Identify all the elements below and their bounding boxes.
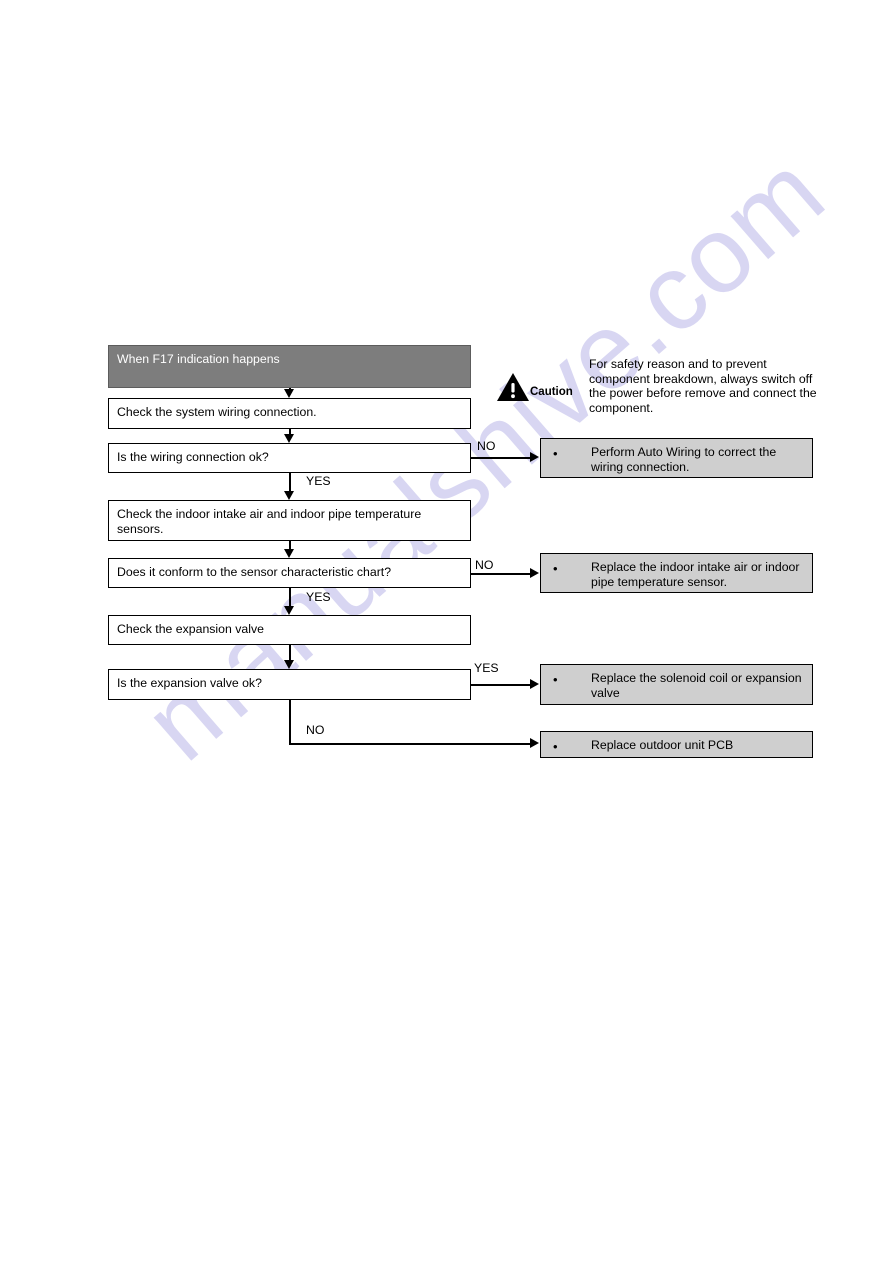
connector-decision2-no-horizontal: [470, 573, 532, 575]
arrowhead-decision1-no: [530, 452, 539, 462]
arrowhead-decision2-no: [530, 568, 539, 578]
flow-node-decision1-label: Is the wiring connection ok?: [117, 450, 269, 464]
flow-node-decision2: Does it conform to the sensor characteri…: [108, 558, 471, 588]
arrowhead-decision2-to-step3: [284, 606, 294, 615]
bullet-icon: •: [553, 672, 558, 687]
bullet-icon: •: [553, 739, 558, 754]
connector-decision1-no-horizontal: [470, 457, 532, 459]
page-canvas: manualshive.com Caution For safety reaso…: [0, 0, 893, 1263]
flow-action-perform-auto-wiring: • Perform Auto Wiring to correct the wir…: [540, 438, 813, 478]
edge-label-no-1: NO: [477, 439, 496, 453]
connector-decision2-to-step3: [289, 588, 291, 607]
flow-node-decision3: Is the expansion valve ok?: [108, 669, 471, 700]
flow-node-decision3-label: Is the expansion valve ok?: [117, 676, 262, 690]
arrowhead-step3-to-decision3: [284, 660, 294, 669]
edge-label-yes-2: YES: [306, 590, 331, 604]
connector-decision3-yes-horizontal: [470, 684, 532, 686]
arrowhead-decision1-to-step2: [284, 491, 294, 500]
flow-action-replace-solenoid-coil: • Replace the solenoid coil or expansion…: [540, 664, 813, 705]
flow-node-start-label: When F17 indication happens: [117, 352, 280, 366]
arrowhead-step2-to-decision2: [284, 549, 294, 558]
bullet-icon: •: [553, 561, 558, 576]
flow-node-step2: Check the indoor intake air and indoor p…: [108, 500, 471, 541]
flow-action-replace-solenoid-coil-label: Replace the solenoid coil or expansion v…: [591, 671, 802, 700]
arrowhead-decision3-no: [530, 738, 539, 748]
connector-step3-to-decision3: [289, 645, 291, 661]
connector-decision3-no-vertical: [289, 700, 291, 745]
flow-node-step3-label: Check the expansion valve: [117, 622, 264, 636]
flow-node-step1: Check the system wiring connection.: [108, 398, 471, 429]
arrowhead-start-to-step1: [284, 389, 294, 398]
flow-node-start: When F17 indication happens: [108, 345, 471, 388]
flow-action-replace-outdoor-pcb: • Replace outdoor unit PCB: [540, 731, 813, 758]
connector-decision1-to-step2: [289, 473, 291, 492]
edge-label-yes-1: YES: [306, 474, 331, 488]
edge-label-yes-3: YES: [474, 661, 499, 675]
edge-label-no-3: NO: [306, 723, 325, 737]
flow-node-step1-label: Check the system wiring connection.: [117, 405, 317, 419]
flow-action-perform-auto-wiring-label: Perform Auto Wiring to correct the wirin…: [591, 445, 777, 474]
flow-node-step3: Check the expansion valve: [108, 615, 471, 645]
arrowhead-decision3-yes: [530, 679, 539, 689]
flow-node-decision2-label: Does it conform to the sensor characteri…: [117, 565, 392, 579]
troubleshooting-flowchart: When F17 indication happens Check the sy…: [0, 0, 893, 1263]
flow-action-replace-sensor: • Replace the indoor intake air or indoo…: [540, 553, 813, 593]
flow-action-replace-sensor-label: Replace the indoor intake air or indoor …: [591, 560, 800, 589]
bullet-icon: •: [553, 446, 558, 461]
connector-decision3-no-horizontal: [289, 743, 532, 745]
flow-node-step2-label: Check the indoor intake air and indoor p…: [117, 507, 422, 536]
arrowhead-step1-to-decision1: [284, 434, 294, 443]
flow-action-replace-outdoor-pcb-label: Replace outdoor unit PCB: [591, 738, 734, 752]
edge-label-no-2: NO: [475, 558, 494, 572]
flow-node-decision1: Is the wiring connection ok?: [108, 443, 471, 473]
